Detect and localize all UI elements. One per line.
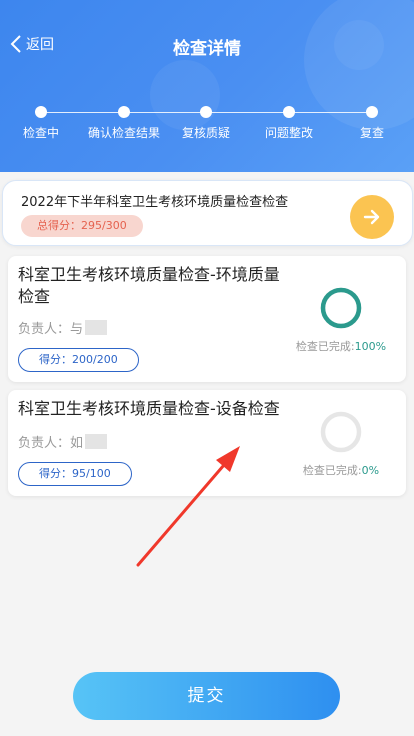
step-label: 复查 (359, 126, 384, 140)
step-5: 复查 (322, 106, 414, 141)
next-button[interactable] (350, 195, 394, 239)
step-dot (35, 106, 47, 118)
header: 返回 检查详情 检查中 确认检查结果 复核质疑 问题整改 复查 (0, 0, 414, 172)
total-score-badge: 总得分：295/300 (21, 215, 143, 237)
progress-value: 100% (354, 340, 387, 353)
progress-text: 检查已完成:100% (286, 338, 396, 354)
progress-value: 0% (361, 464, 380, 477)
owner-name-redacted (85, 434, 108, 449)
check-item-card[interactable]: 科室卫生考核环境质量检查-环境质量检查 负责人： 与 得分：200/200 检查… (8, 256, 406, 382)
progress-ring-track (320, 411, 362, 453)
summary-card: 2022年下半年科室卫生考核环境质量检查检查 总得分：295/300 (2, 180, 413, 246)
progress-ring-fill (320, 287, 362, 329)
progress-text: 检查已完成:0% (286, 462, 396, 478)
step-label: 问题整改 (264, 126, 313, 140)
step-label: 确认检查结果 (87, 126, 160, 140)
progress-label: 检查已完成: (295, 340, 355, 353)
progress-indicator: 检查已完成:100% (286, 286, 396, 354)
red-annotation-arrow-icon (136, 446, 240, 567)
page-title: 检查详情 (173, 39, 241, 59)
check-item-title: 科室卫生考核环境质量检查-环境质量检查 (18, 265, 280, 306)
score-pill: 得分：200/200 (18, 348, 139, 372)
step-dot (283, 106, 295, 118)
owner-label: 负责人： (18, 436, 71, 451)
progress-ring (320, 287, 362, 329)
owner-row: 负责人： 如 (18, 432, 108, 451)
owner-label: 负责人： (18, 322, 71, 337)
progress-label: 检查已完成: (302, 464, 362, 477)
owner-initial: 如 (70, 436, 84, 451)
step-label: 复核质疑 (181, 126, 230, 140)
step-dot (366, 106, 378, 118)
step-dot (118, 106, 130, 118)
owner-name-redacted (85, 320, 108, 335)
step-label: 检查中 (22, 126, 59, 140)
score-pill: 得分：95/100 (18, 462, 132, 486)
owner-initial: 与 (70, 322, 84, 337)
summary-title: 2022年下半年科室卫生考核环境质量检查检查 (21, 195, 289, 210)
arrow-right-icon (363, 209, 380, 225)
progress-indicator: 检查已完成:0% (286, 410, 396, 478)
submit-button[interactable]: 提交 (73, 672, 340, 720)
check-item-title: 科室卫生考核环境质量检查-设备检查 (18, 399, 280, 418)
step-dot (200, 106, 212, 118)
progress-ring (320, 411, 362, 453)
owner-row: 负责人： 与 (18, 318, 108, 337)
